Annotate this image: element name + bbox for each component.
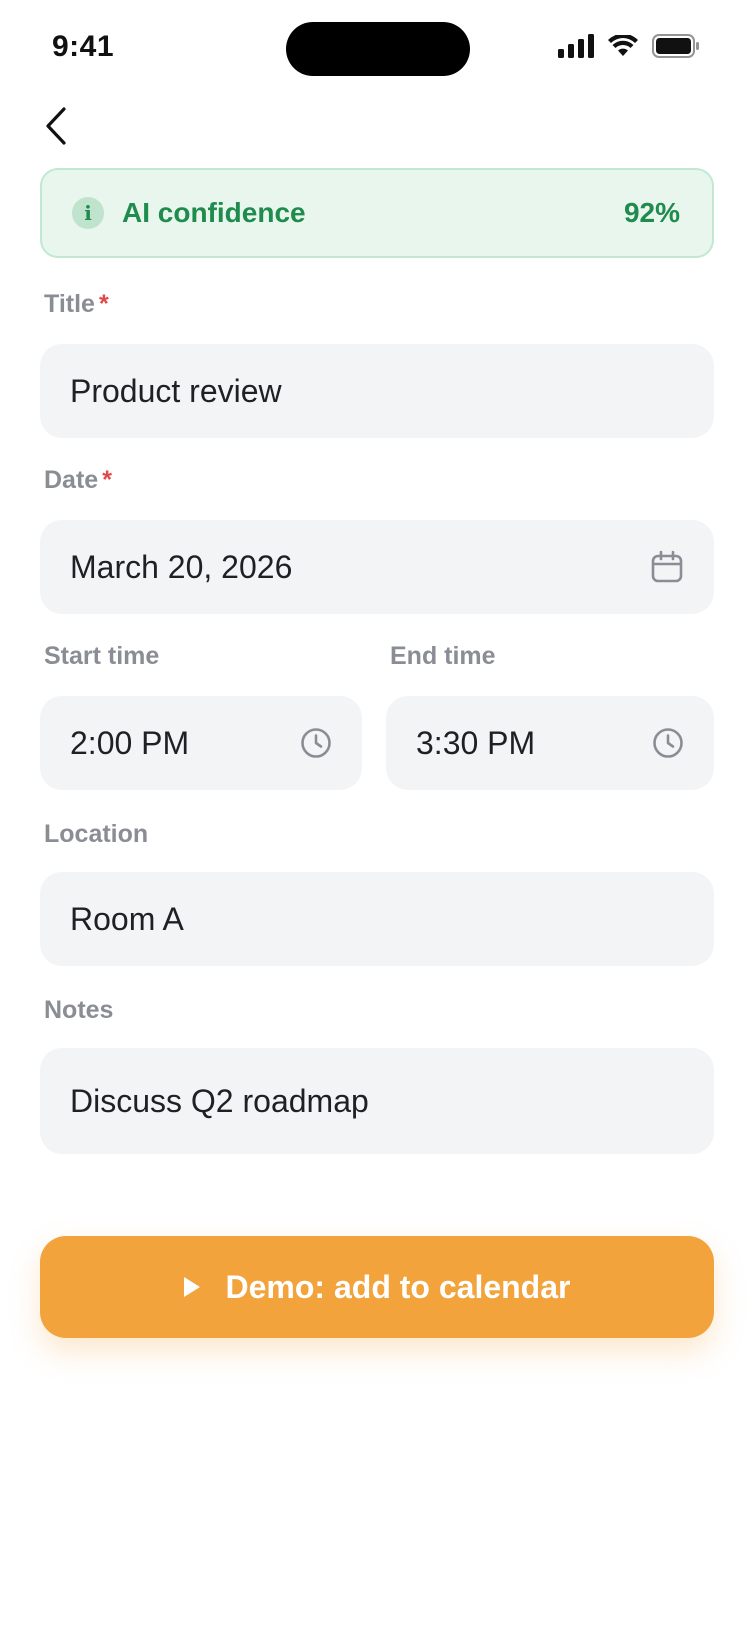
add-to-calendar-button[interactable]: Demo: add to calendar	[40, 1236, 714, 1338]
title-label: Title *	[44, 290, 109, 319]
start-time-value: 2:00 PM	[70, 724, 190, 761]
status-bar: 9:41	[0, 0, 754, 96]
end-time-value: 3:30 PM	[416, 724, 536, 761]
back-button[interactable]	[34, 102, 78, 150]
dynamic-island	[286, 22, 470, 76]
signal-icon	[558, 34, 594, 58]
ai-confidence-banner: i AI confidence 92%	[40, 168, 714, 258]
title-label-text: Title	[44, 290, 95, 318]
start-time-field[interactable]: 2:00 PM	[40, 696, 362, 790]
notes-value: Discuss Q2 roadmap	[70, 1082, 369, 1119]
battery-icon	[652, 34, 699, 58]
date-label-text: Date	[44, 466, 99, 494]
notes-field[interactable]: Discuss Q2 roadmap	[40, 1048, 714, 1154]
clock-icon	[652, 727, 684, 759]
date-field[interactable]: March 20, 2026	[40, 520, 714, 614]
title-value: Product review	[70, 372, 282, 409]
play-icon	[183, 1277, 200, 1297]
date-label: Date *	[44, 466, 112, 495]
event-form-screen: 9:41 i AI confidence 92% Title * Product…	[0, 0, 754, 1640]
chevron-left-icon	[46, 107, 66, 145]
title-required-mark: *	[98, 290, 109, 318]
end-time-label: End time	[390, 642, 496, 670]
wifi-icon	[608, 35, 638, 56]
location-label: Location	[44, 820, 149, 848]
add-to-calendar-label: Demo: add to calendar	[225, 1268, 571, 1305]
notes-label: Notes	[44, 996, 114, 1024]
location-field[interactable]: Room A	[40, 872, 714, 966]
confidence-label: AI confidence	[122, 197, 306, 228]
date-required-mark: *	[102, 466, 112, 494]
calendar-icon[interactable]	[650, 550, 684, 584]
status-icons	[558, 34, 700, 58]
start-time-label: Start time	[44, 642, 160, 670]
date-value: March 20, 2026	[70, 548, 293, 585]
confidence-value: 92%	[623, 197, 680, 228]
location-value: Room A	[70, 900, 184, 937]
status-time: 9:41	[52, 30, 115, 63]
info-icon: i	[72, 197, 104, 229]
end-time-field[interactable]: 3:30 PM	[386, 696, 714, 790]
title-field[interactable]: Product review	[40, 344, 714, 438]
clock-icon	[300, 727, 332, 759]
